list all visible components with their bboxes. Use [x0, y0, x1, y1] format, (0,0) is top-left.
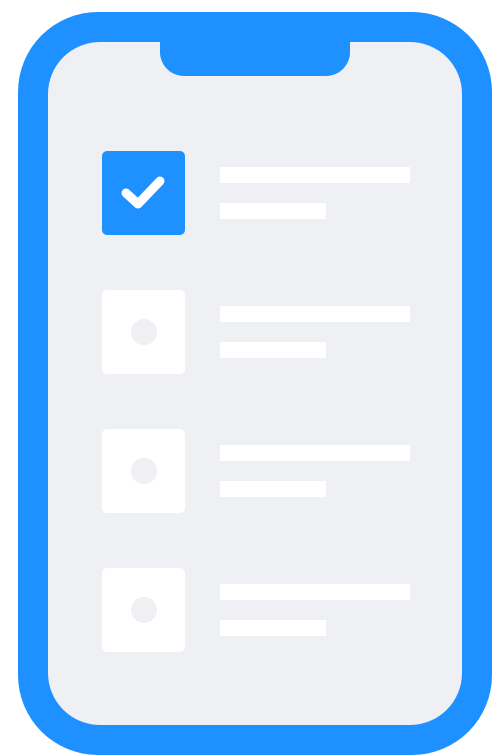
task-subtitle-placeholder — [220, 203, 326, 219]
task-title-placeholder — [220, 445, 410, 461]
task-item-2[interactable] — [102, 290, 422, 374]
task-title-placeholder — [220, 306, 410, 322]
task-item-3[interactable] — [102, 429, 422, 513]
checkmark-icon — [121, 176, 165, 209]
task-subtitle-placeholder — [220, 342, 326, 358]
task-title-placeholder — [220, 167, 410, 183]
task-title-placeholder — [220, 584, 410, 600]
checkbox-checked[interactable] — [102, 151, 185, 235]
checkbox-unchecked[interactable] — [102, 290, 185, 374]
dot-icon — [131, 458, 157, 484]
checkbox-unchecked[interactable] — [102, 429, 185, 513]
checkbox-unchecked[interactable] — [102, 568, 185, 652]
task-subtitle-placeholder — [220, 620, 326, 636]
task-item-1[interactable] — [102, 151, 422, 235]
dot-icon — [131, 319, 157, 345]
dot-icon — [131, 597, 157, 623]
phone-notch — [160, 42, 350, 76]
task-item-4[interactable] — [102, 568, 422, 652]
task-subtitle-placeholder — [220, 481, 326, 497]
